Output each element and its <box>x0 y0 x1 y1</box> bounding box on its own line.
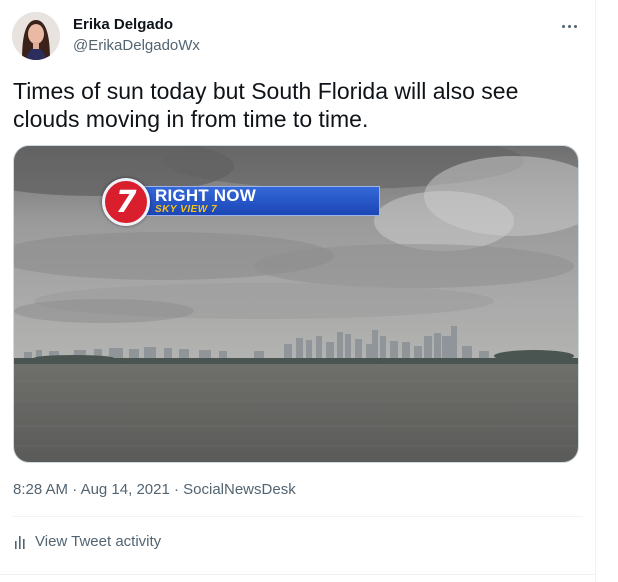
more-options-icon[interactable] <box>555 14 583 38</box>
tweet-meta: 8:28 AM · Aug 14, 2021 · SocialNewsDesk <box>13 481 296 498</box>
tweet-card: Erika Delgado @ErikaDelgadoWx Times of s… <box>0 0 596 582</box>
bar-chart-icon <box>15 535 25 549</box>
view-tweet-activity-link[interactable]: View Tweet activity <box>13 533 161 550</box>
headline-bar: RIGHT NOW SKY VIEW 7 <box>132 186 380 216</box>
channel-number: 7 <box>115 184 137 220</box>
author-name[interactable]: Erika Delgado <box>73 16 173 33</box>
tweet-source[interactable]: SocialNewsDesk <box>183 481 296 498</box>
author-handle[interactable]: @ErikaDelgadoWx <box>73 37 200 54</box>
news-lower-third: 7 RIGHT NOW SKY VIEW 7 <box>102 178 392 230</box>
subheadline-text: SKY VIEW 7 <box>155 204 218 215</box>
view-tweet-activity-label: View Tweet activity <box>35 533 162 550</box>
avatar[interactable] <box>12 12 60 60</box>
meta-separator: · <box>68 481 81 498</box>
tweet-media-image[interactable]: 7 RIGHT NOW SKY VIEW 7 <box>13 145 579 463</box>
headline-text: RIGHT NOW <box>155 186 256 205</box>
divider <box>0 574 596 575</box>
meta-separator: · <box>169 481 184 498</box>
tweet-date[interactable]: Aug 14, 2021 <box>81 481 170 498</box>
channel-logo: 7 <box>102 178 150 226</box>
divider <box>13 516 583 517</box>
tweet-time[interactable]: 8:28 AM <box>13 481 68 498</box>
tweet-text: Times of sun today but South Florida wil… <box>13 78 519 132</box>
